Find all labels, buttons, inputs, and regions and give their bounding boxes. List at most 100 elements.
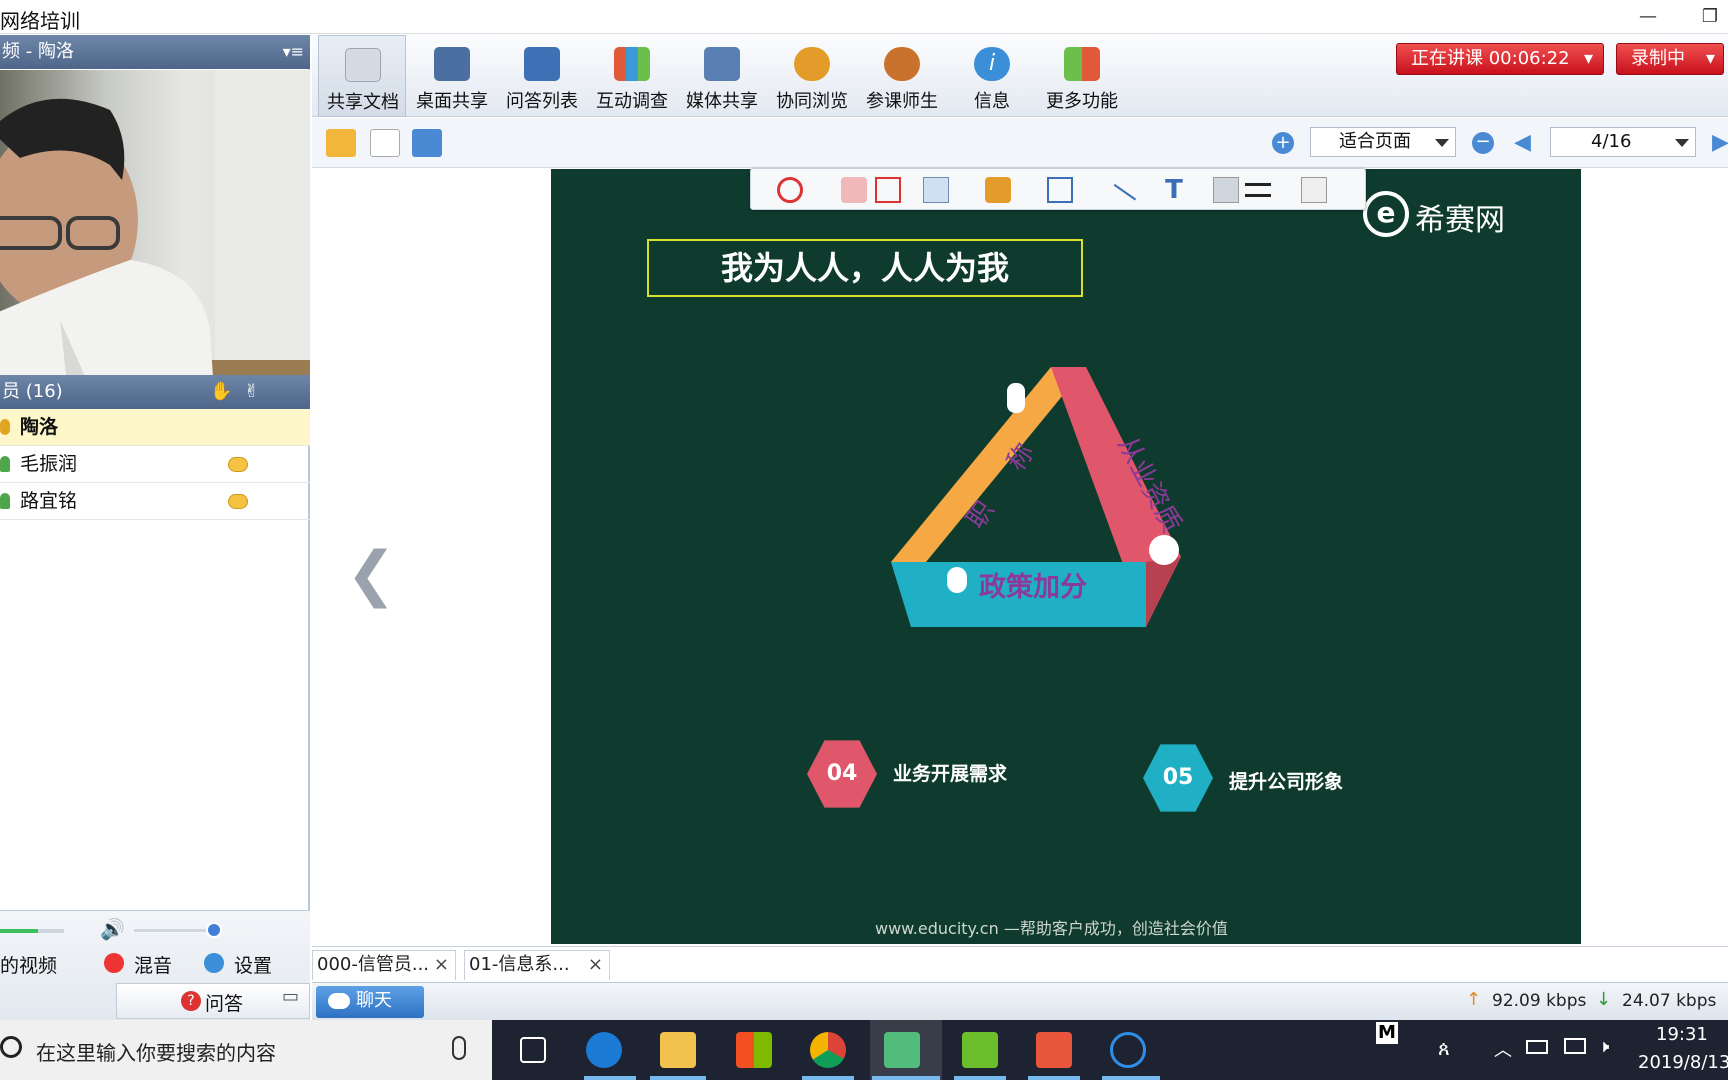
item-05-hexagon: 05 (1143, 744, 1213, 812)
tool-label: 互动调查 (596, 91, 668, 112)
active-indicator (584, 1076, 636, 1080)
volume-icon[interactable]: 🕨 (1598, 1036, 1609, 1057)
line-width-icon[interactable] (1245, 183, 1271, 197)
zoom-in-icon[interactable]: + (1272, 132, 1294, 154)
page-select[interactable]: 4/16 (1550, 127, 1696, 157)
tray-chevron-icon[interactable]: ︿ (1494, 1036, 1512, 1062)
slide: e 希赛网 我为人人，人人为我 职 称 从业资质 政策加分 04 业务开展需求 … (551, 169, 1581, 944)
member-name: 毛振润 (20, 453, 78, 475)
my-video-label[interactable]: 的视频 (0, 951, 57, 978)
clock-time[interactable]: 19:31 (1656, 1024, 1708, 1045)
chat-button[interactable]: 聊天 (316, 986, 424, 1018)
taskbar-search[interactable]: 在这里输入你要搜索的内容 (0, 1020, 492, 1080)
mix-label[interactable]: 混音 (134, 951, 172, 978)
battery-icon[interactable] (1526, 1040, 1548, 1054)
speaker-icon[interactable]: 🔊 (100, 917, 125, 941)
chevron-down-icon (1435, 139, 1449, 147)
minimize-qa-icon[interactable]: ▭ (282, 986, 299, 1007)
annotation-toolbar: T (750, 168, 1366, 221)
chat-bubble-icon[interactable] (228, 457, 248, 472)
member-row[interactable]: 毛振润 (0, 446, 310, 483)
next-page-icon[interactable]: ▶ (1712, 130, 1728, 155)
recording-label: 录制中 (1631, 48, 1685, 69)
doc-tab[interactable]: 01-信息系... × (464, 950, 610, 980)
member-row[interactable]: 路宜铭 (0, 483, 310, 520)
window-title: 网络培训 (0, 9, 80, 33)
tool-more-functions[interactable]: 更多功能 (1038, 35, 1126, 117)
tool-co-browse[interactable]: 协同浏览 (768, 35, 856, 117)
clock-date[interactable]: 2019/8/13 (1638, 1052, 1728, 1073)
tool-label: 问答列表 (506, 91, 578, 112)
pointer-icon[interactable] (777, 177, 803, 203)
close-icon[interactable]: × (588, 951, 603, 979)
chat-bubble-icon[interactable] (228, 494, 248, 509)
text-tool-icon[interactable]: T (1161, 177, 1187, 203)
volume-slider[interactable] (134, 929, 214, 932)
tool-qa-list[interactable]: 问答列表 (498, 35, 586, 117)
edge-browser-icon[interactable] (586, 1032, 622, 1068)
tool-desktop-share[interactable]: 桌面共享 (408, 35, 496, 117)
clear-icon[interactable] (875, 177, 901, 203)
file-explorer-icon[interactable] (660, 1032, 696, 1068)
document-icon (345, 48, 381, 82)
qa-tab[interactable]: ? 问答 ▭ (116, 983, 310, 1019)
zoom-out-icon[interactable]: − (1472, 132, 1494, 154)
prev-page-icon[interactable]: ◀ (1514, 130, 1531, 155)
camtasia-green-icon[interactable] (962, 1032, 998, 1068)
tool-poll[interactable]: 互动调查 (588, 35, 676, 117)
title-bar: 网络培训 — ❐ (0, 0, 1728, 34)
upload-speed: 92.09 kbps (1492, 991, 1587, 1011)
restore-button[interactable]: ❐ (1690, 0, 1728, 34)
tool-media-share[interactable]: 媒体共享 (678, 35, 766, 117)
upload-arrow-icon: ↑ (1466, 989, 1482, 1010)
member-row[interactable]: 陶洛 (0, 409, 310, 446)
raise-hand-icon[interactable]: ✋ (210, 375, 232, 409)
tool-participants[interactable]: 参课师生 (858, 35, 946, 117)
tool-info[interactable]: i 信息 (948, 35, 1036, 117)
copy-icon[interactable] (1301, 177, 1327, 203)
store-icon[interactable] (736, 1032, 772, 1068)
minimize-button[interactable]: — (1628, 0, 1668, 34)
media-share-icon (704, 47, 740, 81)
zoom-select[interactable]: 适合页面 (1310, 127, 1456, 157)
open-folder-icon[interactable] (326, 129, 356, 157)
presenter-key-icon (0, 419, 10, 435)
ime-indicator[interactable]: M (1376, 1022, 1398, 1044)
mute-mix-icon[interactable] (104, 953, 124, 973)
network-icon[interactable] (1564, 1038, 1586, 1054)
download-speed: 24.07 kbps (1622, 991, 1717, 1011)
previous-slide-arrow[interactable]: ❮ (346, 539, 396, 609)
tool-share-document[interactable]: 共享文档 (318, 35, 406, 117)
chrome-icon[interactable] (810, 1032, 846, 1068)
lecturing-timer-button[interactable]: 正在讲课 00:06:22 ▾ (1396, 43, 1604, 75)
item-04-label: 业务开展需求 (893, 763, 1008, 785)
taskbar: 在这里输入你要搜索的内容 M ጰ ︿ 🕨 19:31 2019/8/13 (0, 1020, 1728, 1080)
recording-button[interactable]: 录制中 ▾ (1616, 43, 1724, 75)
tool-label: 协同浏览 (776, 91, 848, 112)
pen-icon[interactable] (923, 177, 949, 203)
microphone-icon[interactable] (452, 1036, 466, 1060)
people-icon[interactable]: ጰ (1438, 1036, 1450, 1060)
fill-color-icon[interactable] (1213, 177, 1239, 203)
brand-logo-icon: e (1363, 191, 1409, 237)
settings-gear-icon[interactable] (204, 953, 224, 973)
settings-label[interactable]: 设置 (234, 951, 272, 978)
rectangle-icon[interactable] (1047, 177, 1073, 203)
left-panel: 频 - 陶洛 ▾≡ 员 (16) ✋ ✌ 陶洛 毛振润 路宜铭 (0, 35, 310, 1019)
close-icon[interactable]: × (434, 951, 449, 979)
active-indicator (1028, 1076, 1080, 1080)
doc-tab[interactable]: 000-信管员... × (312, 950, 456, 980)
camtasia-red-icon[interactable] (1036, 1032, 1072, 1068)
video-menu-icon[interactable]: ▾≡ (283, 35, 304, 69)
add-document-icon[interactable] (370, 129, 400, 157)
volume-slider-thumb[interactable] (206, 922, 222, 938)
chat-app-icon[interactable] (1110, 1032, 1146, 1068)
zoom-value: 适合页面 (1339, 131, 1411, 152)
task-view-icon[interactable] (520, 1037, 546, 1063)
eraser-icon[interactable] (841, 177, 867, 203)
lower-hand-icon[interactable]: ✌ (244, 375, 259, 409)
mic-level-track[interactable] (0, 929, 64, 933)
chevron-down-icon (1675, 139, 1689, 147)
screen-capture-icon[interactable] (412, 129, 442, 157)
highlighter-icon[interactable] (985, 177, 1011, 203)
